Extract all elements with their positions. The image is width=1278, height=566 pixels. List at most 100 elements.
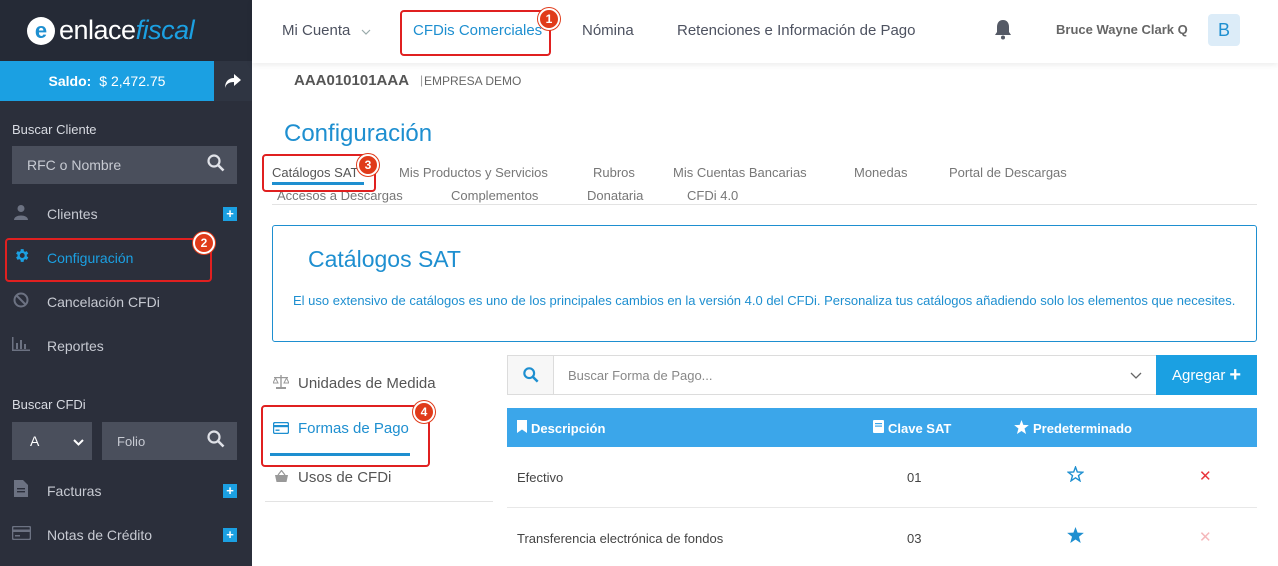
sidebar-item-facturas[interactable]: Facturas +	[0, 477, 252, 505]
search-client-placeholder: RFC o Nombre	[27, 157, 122, 173]
logo-text: enlace	[59, 15, 136, 45]
add-factura-button[interactable]: +	[223, 484, 237, 498]
forma-pago-search: Buscar Forma de Pago...	[507, 355, 1157, 395]
ban-icon	[10, 292, 32, 313]
add-button-label: Agregar	[1171, 366, 1226, 384]
table-row: Transferencia electrónica de fondos 03 ✕	[507, 509, 1257, 566]
sidebar-item-notas-credito[interactable]: Notas de Crédito +	[0, 521, 252, 549]
sidebar: e enlace fiscal Saldo: $ 2,472.75 Buscar …	[0, 0, 252, 566]
search-client-heading: Buscar Cliente	[12, 122, 97, 137]
sidebar-item-reportes[interactable]: Reportes	[0, 332, 252, 360]
book-icon	[873, 420, 884, 436]
search-icon[interactable]	[207, 154, 225, 177]
saldo-bar: Saldo: $ 2,472.75	[0, 61, 252, 101]
add-button[interactable]: Agregar +	[1156, 355, 1257, 395]
search-icon[interactable]	[207, 430, 225, 453]
catalog-item-unidades[interactable]: Unidades de Medida	[272, 375, 436, 392]
nav-retenciones[interactable]: Retenciones e Información de Pago	[677, 22, 915, 39]
avatar[interactable]: B	[1208, 14, 1240, 46]
tab-cfdi-40[interactable]: CFDi 4.0	[687, 188, 738, 203]
delete-x-icon: ✕	[1199, 529, 1212, 546]
nav-mi-cuenta[interactable]: Mi Cuenta	[282, 22, 371, 39]
cell-clave: 01	[907, 470, 922, 485]
catalog-item-label: Unidades de Medida	[298, 375, 436, 392]
plus-icon: +	[1229, 363, 1242, 386]
search-cfdi-row: A Folio	[12, 422, 237, 460]
header-separator: |	[420, 73, 424, 87]
info-text: El uso extensivo de catálogos es uno de …	[293, 293, 1236, 308]
star-outline-icon[interactable]	[1066, 465, 1085, 487]
catalog-divider	[265, 501, 493, 502]
sidebar-item-clientes[interactable]: Clientes +	[0, 200, 252, 228]
folio-placeholder: Folio	[117, 433, 146, 449]
catalog-item-usos-cfdi[interactable]: Usos de CFDi	[272, 469, 391, 486]
column-descripcion: Descripción	[517, 420, 605, 436]
sidebar-item-label: Facturas	[47, 483, 102, 499]
tab-complementos[interactable]: Complementos	[451, 188, 538, 203]
add-nota-credito-button[interactable]: +	[223, 528, 237, 542]
sidebar-item-label: Cancelación CFDi	[47, 294, 160, 310]
saldo-label: Saldo:	[48, 73, 92, 89]
search-input[interactable]: Buscar Forma de Pago...	[554, 356, 1116, 394]
logo-mark-icon: e	[27, 16, 55, 45]
credit-card-icon	[10, 525, 32, 545]
tab-rubros[interactable]: Rubros	[593, 165, 635, 180]
logo-text-accent: fiscal	[135, 15, 195, 45]
star-icon	[1014, 420, 1029, 437]
callout-number-1: 1	[538, 8, 560, 30]
document-icon	[10, 480, 32, 502]
table-row: Efectivo 01 ✕	[507, 448, 1257, 508]
catalog-item-label: Usos de CFDi	[298, 469, 392, 486]
callout-box-1	[400, 10, 551, 56]
search-client-input[interactable]: RFC o Nombre	[12, 146, 237, 184]
cell-descripcion: Transferencia electrónica de fondos	[517, 531, 724, 546]
column-label: Clave SAT	[888, 420, 952, 436]
callout-box-2	[5, 238, 212, 282]
basket-icon	[272, 469, 290, 486]
search-icon[interactable]	[508, 356, 554, 394]
tab-monedas[interactable]: Monedas	[854, 165, 907, 180]
column-clave-sat: Clave SAT	[873, 420, 951, 436]
chevron-down-icon[interactable]	[1116, 356, 1156, 394]
delete-x-icon[interactable]: ✕	[1199, 467, 1212, 485]
page-title: Configuración	[284, 120, 433, 147]
info-panel: Catálogos SAT El uso extensivo de catálo…	[272, 225, 1257, 342]
tab-mis-productos[interactable]: Mis Productos y Servicios	[399, 165, 548, 180]
cfdi-series-value: A	[30, 433, 40, 449]
cfdi-series-select[interactable]: A	[12, 422, 92, 460]
sidebar-item-label: Reportes	[47, 338, 104, 354]
company-name: EMPRESA DEMO	[424, 74, 522, 88]
bookmark-icon	[517, 420, 527, 436]
sidebar-item-cancelacion[interactable]: Cancelación CFDi	[0, 288, 252, 316]
share-arrow-icon[interactable]	[214, 61, 252, 101]
search-cfdi-heading: Buscar CFDi	[12, 397, 86, 412]
chevron-down-icon	[73, 433, 84, 449]
tab-donataria[interactable]: Donataria	[587, 188, 643, 203]
saldo-display: Saldo: $ 2,472.75	[0, 61, 214, 101]
add-cliente-button[interactable]: +	[223, 207, 237, 221]
cell-descripcion: Efectivo	[517, 470, 564, 485]
cell-clave: 03	[907, 531, 922, 546]
callout-box-4	[261, 405, 430, 467]
info-title: Catálogos SAT	[308, 246, 461, 272]
callout-number-2: 2	[193, 232, 215, 254]
user-name[interactable]: Bruce Wayne Clark Q	[1056, 22, 1188, 37]
tab-portal-descargas[interactable]: Portal de Descargas	[949, 165, 1067, 180]
user-icon	[10, 204, 32, 225]
logo[interactable]: e enlace fiscal	[0, 0, 252, 61]
bell-icon[interactable]	[992, 18, 1014, 46]
chevron-down-icon	[361, 22, 371, 39]
callout-number-3: 3	[357, 154, 379, 176]
tab-cuentas-bancarias[interactable]: Mis Cuentas Bancarias	[673, 165, 807, 180]
column-predeterminado: Predeterminado	[1014, 420, 1132, 437]
sidebar-item-label: Notas de Crédito	[47, 527, 153, 543]
table-header: Descripción Clave SAT Predeterminado	[507, 408, 1257, 447]
nav-nomina[interactable]: Nómina	[582, 22, 634, 39]
star-filled-icon[interactable]	[1067, 527, 1084, 548]
saldo-value: $ 2,472.75	[99, 73, 166, 89]
column-label: Predeterminado	[1033, 421, 1132, 436]
folio-input[interactable]: Folio	[102, 422, 237, 460]
column-label: Descripción	[531, 420, 606, 436]
bar-chart-icon	[10, 336, 32, 356]
sidebar-item-label: Clientes	[47, 206, 98, 222]
